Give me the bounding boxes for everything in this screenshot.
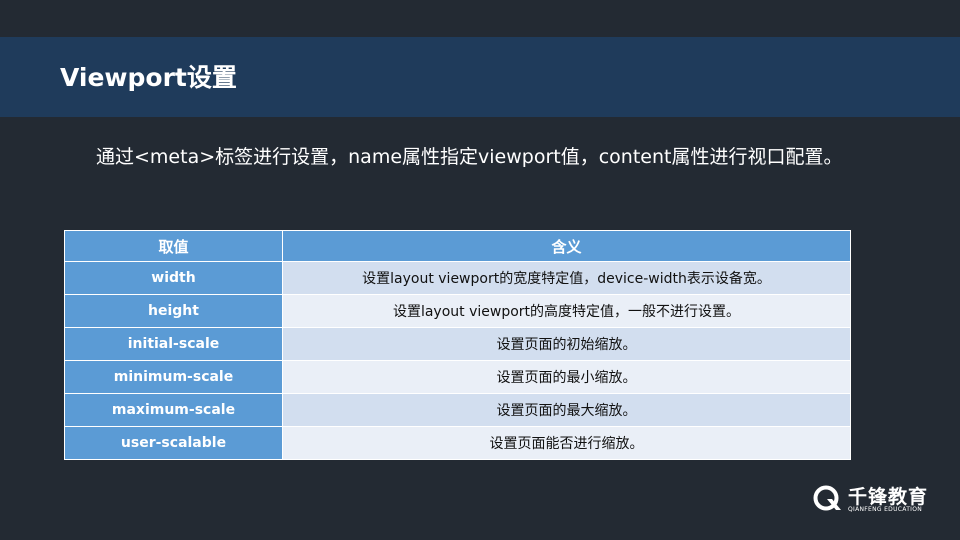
row-key: width: [64, 261, 283, 295]
slide-title: Viewport设置: [60, 63, 237, 92]
table-header-row: 取值 含义: [64, 230, 851, 262]
brand-logo: 千锋教育 QIANFENG EDUCATION: [812, 482, 942, 518]
table-row: initial-scale 设置页面的初始缩放。: [64, 327, 851, 361]
row-value: 设置页面能否进行缩放。: [282, 426, 851, 460]
table-row: minimum-scale 设置页面的最小缩放。: [64, 360, 851, 394]
row-value: 设置页面的最大缩放。: [282, 393, 851, 427]
row-key: initial-scale: [64, 327, 283, 361]
viewport-params-table: 取值 含义 width 设置layout viewport的宽度特定值，devi…: [64, 230, 851, 460]
row-value: 设置页面的初始缩放。: [282, 327, 851, 361]
row-value: 设置layout viewport的宽度特定值，device-width表示设备…: [282, 261, 851, 295]
row-key: height: [64, 294, 283, 328]
qianfeng-logo-icon: [813, 485, 841, 511]
table-row: user-scalable 设置页面能否进行缩放。: [64, 426, 851, 460]
brand-subtitle: QIANFENG EDUCATION: [848, 506, 923, 513]
table-row: width 设置layout viewport的宽度特定值，device-wid…: [64, 261, 851, 295]
row-value: 设置页面的最小缩放。: [282, 360, 851, 394]
row-key: maximum-scale: [64, 393, 283, 427]
brand-name: 千锋教育: [848, 486, 929, 508]
header-value: 取值: [64, 230, 283, 262]
intro-paragraph: 通过<meta>标签进行设置，name属性指定viewport值，content…: [96, 146, 843, 168]
header-meaning: 含义: [282, 230, 851, 262]
row-value: 设置layout viewport的高度特定值，一般不进行设置。: [282, 294, 851, 328]
table-row: height 设置layout viewport的高度特定值，一般不进行设置。: [64, 294, 851, 328]
table-row: maximum-scale 设置页面的最大缩放。: [64, 393, 851, 427]
row-key: user-scalable: [64, 426, 283, 460]
row-key: minimum-scale: [64, 360, 283, 394]
